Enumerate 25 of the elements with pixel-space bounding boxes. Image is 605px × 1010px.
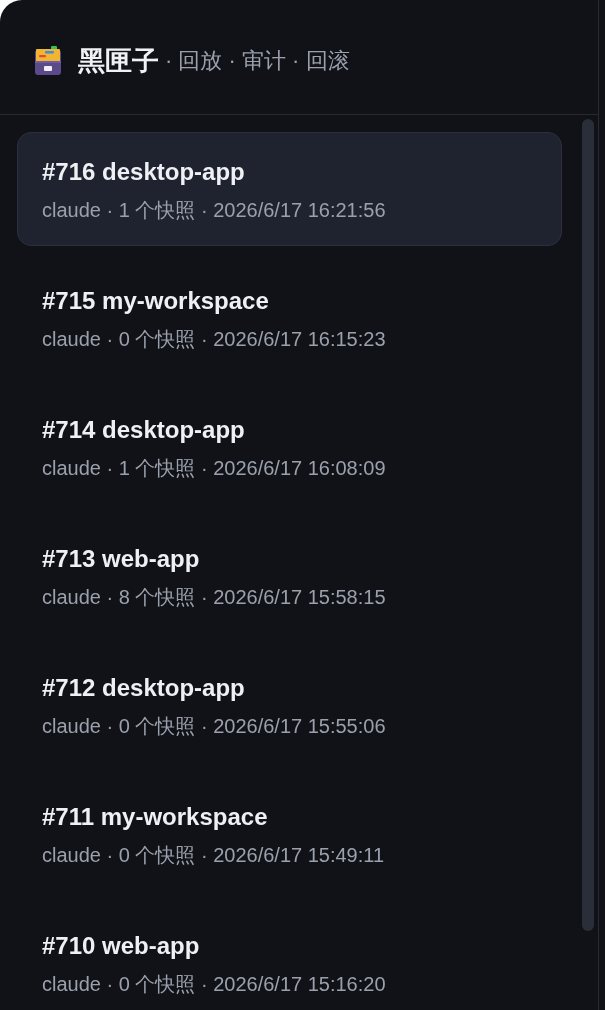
session-item[interactable]: #711 my-workspace claude · 0 个快照 · 2026/6/17 15:49:11 — [17, 777, 562, 891]
session-title: #714 desktop-app — [42, 416, 245, 444]
session-title: #712 desktop-app — [42, 674, 245, 702]
session-meta: claude · 0 个快照 · 2026/6/17 15:49:11 — [42, 843, 385, 868]
session-item[interactable]: #715 my-workspace claude · 0 个快照 · 2026/6/17 16:15:23 — [17, 261, 562, 375]
session-title: #710 web-app — [42, 932, 200, 960]
session-title: #715 my-workspace — [42, 287, 269, 315]
session-title: #713 web-app — [42, 545, 200, 573]
session-title: #711 my-workspace — [42, 803, 268, 831]
session-item[interactable]: #716 desktop-app claude · 1 个快照 · 2026/6/17 16:21:56 — [17, 132, 562, 246]
session-meta: claude · 0 个快照 · 2026/6/17 15:16:20 — [42, 972, 386, 997]
session-item[interactable]: #714 desktop-app claude · 1 个快照 · 2026/6/17 16:08:09 — [17, 390, 562, 504]
scrollbar-thumb[interactable] — [582, 119, 594, 931]
app-title: 黑匣子 — [78, 45, 159, 78]
session-item[interactable]: #712 desktop-app claude · 0 个快照 · 2026/6/17 15:55:06 — [17, 648, 562, 762]
session-item[interactable]: #710 web-app claude · 0 个快照 · 2026/6/17 15:16:20 — [17, 906, 562, 1010]
session-meta: claude · 1 个快照 · 2026/6/17 16:08:09 — [42, 456, 386, 481]
session-title: #716 desktop-app — [42, 158, 245, 186]
session-meta: claude · 0 个快照 · 2026/6/17 15:55:06 — [42, 714, 386, 739]
file-box-icon — [33, 46, 63, 76]
session-item[interactable]: #713 web-app claude · 8 个快照 · 2026/6/17 15:58:15 — [17, 519, 562, 633]
session-meta: claude · 8 个快照 · 2026/6/17 15:58:15 — [42, 585, 386, 610]
session-meta: claude · 0 个快照 · 2026/6/17 16:15:23 — [42, 327, 386, 352]
app-subtitle: · 回放 · 审计 · 回滚 — [165, 47, 350, 75]
session-meta: claude · 1 个快照 · 2026/6/17 16:21:56 — [42, 198, 386, 223]
